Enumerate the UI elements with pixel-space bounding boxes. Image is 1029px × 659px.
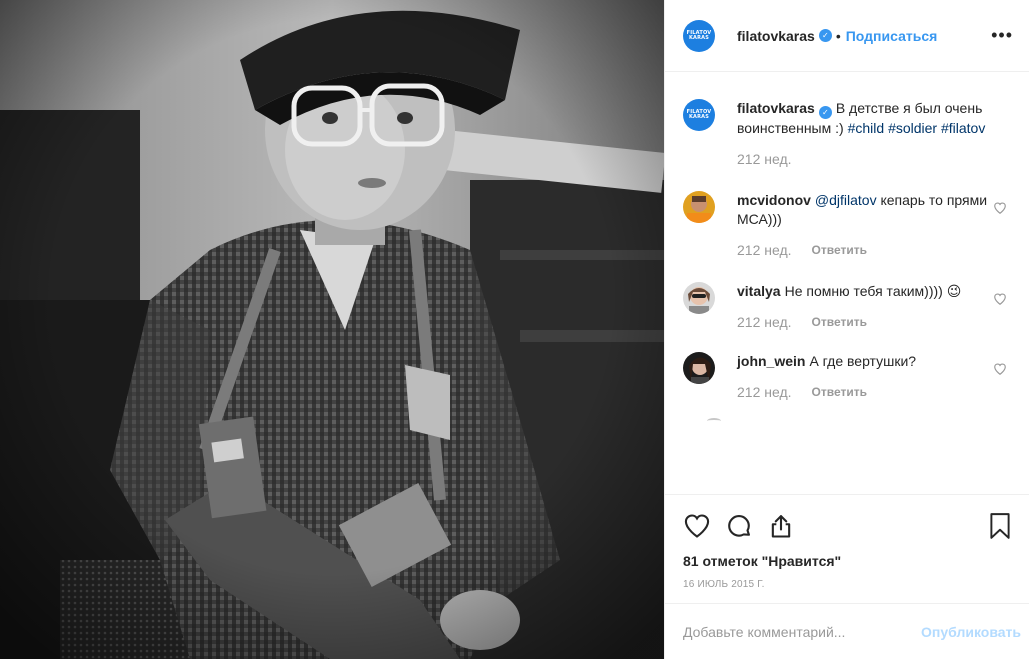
action-icons-row <box>683 511 1013 541</box>
caption-time[interactable]: 212 нед. <box>737 150 792 169</box>
commenter-username[interactable]: john_wein <box>737 353 805 369</box>
comment-time[interactable]: 212 нед. <box>737 241 792 260</box>
comment-meta: 212 нед. Ответить <box>737 313 991 332</box>
add-comment-bar: Опубликовать <box>665 603 1029 659</box>
separator-dot: • <box>835 27 841 44</box>
share-icon[interactable] <box>767 512 795 540</box>
verified-badge-icon: ✓ <box>818 29 832 42</box>
caption-username[interactable]: filatovkaras <box>737 100 815 116</box>
hashtag-link[interactable]: #filatov <box>941 120 985 136</box>
follow-button[interactable]: Подписаться <box>846 28 938 44</box>
comment-input[interactable] <box>683 623 914 640</box>
reply-button[interactable]: Ответить <box>812 313 867 332</box>
commenter-avatar[interactable] <box>683 282 715 314</box>
caption-meta: 212 нед. <box>737 150 991 169</box>
post-actions: 81 отметок "Нравится" 16 ИЮЛЬ 2015 Г. <box>665 494 1029 590</box>
author-username[interactable]: filatovkaras <box>737 28 815 44</box>
commenter-avatar[interactable] <box>683 352 715 384</box>
post-header: FILATOV KARAS filatovkaras ✓ • Подписатьс… <box>665 0 1029 72</box>
avatar-logo-text: FILATOV KARAS <box>686 109 712 120</box>
comment-item: vitalya Не помню тебя таким)))) 😉 212 нед… <box>683 282 1013 332</box>
comment-heart-icon[interactable] <box>993 201 1007 215</box>
caption: FILATOV KARAS filatovkaras ✓ В детстве я бы… <box>683 99 1013 169</box>
comment-item: mcvidonov @djfilatov кепарь то прями МСА)… <box>683 191 1013 260</box>
verified-badge-icon: ✓ <box>818 106 832 119</box>
comments-list[interactable]: FILATOV KARAS filatovkaras ✓ В детстве я бы… <box>665 73 1029 493</box>
comment-icon[interactable] <box>725 512 753 540</box>
publish-button[interactable]: Опубликовать <box>921 624 1021 640</box>
avatar-logo-text: FILATOV KARAS <box>686 29 712 41</box>
post-date[interactable]: 16 ИЮЛЬ 2015 Г. <box>683 579 1013 590</box>
mention-link[interactable]: @djfilatov <box>815 192 877 208</box>
load-more-spinner <box>707 418 721 424</box>
comment-meta: 212 нед. Ответить <box>737 241 991 260</box>
comment-item: john_wein А где вертушки? 212 нед. Ответи… <box>683 352 1013 402</box>
author-avatar[interactable]: FILATOV KARAS <box>683 19 715 52</box>
comment-meta: 212 нед. Ответить <box>737 383 991 402</box>
heart-icon[interactable] <box>683 512 711 540</box>
more-icon[interactable]: ••• <box>991 25 1013 46</box>
bookmark-icon[interactable] <box>987 512 1013 540</box>
comment-heart-icon[interactable] <box>993 292 1007 306</box>
reply-button[interactable]: Ответить <box>812 241 867 260</box>
comment-text: А где вертушки? <box>809 353 917 369</box>
hashtag-link[interactable]: #child <box>848 120 885 136</box>
vintage-boy-photo <box>0 0 664 659</box>
instagram-post: FILATOV KARAS filatovkaras ✓ • Подписатьс… <box>0 0 1029 659</box>
commenter-username[interactable]: mcvidonov <box>737 192 811 208</box>
likes-count[interactable]: 81 отметок "Нравится" <box>683 553 1013 569</box>
reply-button[interactable]: Ответить <box>812 383 867 402</box>
comment-time[interactable]: 212 нед. <box>737 313 792 332</box>
hashtag-link[interactable]: #soldier <box>888 120 937 136</box>
comment-time[interactable]: 212 нед. <box>737 383 792 402</box>
post-photo[interactable] <box>0 0 664 659</box>
commenter-username[interactable]: vitalya <box>737 283 781 299</box>
caption-avatar[interactable]: FILATOV KARAS <box>683 99 715 131</box>
commenter-avatar[interactable] <box>683 191 715 223</box>
post-side-panel: FILATOV KARAS filatovkaras ✓ • Подписатьс… <box>664 0 1029 659</box>
comment-text: Не помню тебя таким)))) 😉 <box>784 283 962 299</box>
comment-heart-icon[interactable] <box>993 362 1007 376</box>
